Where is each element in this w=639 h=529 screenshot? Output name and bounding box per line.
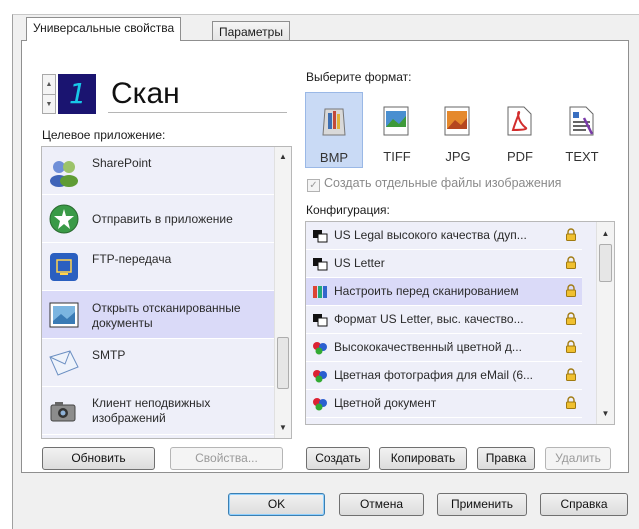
send-to-app-icon	[49, 204, 79, 234]
configure-icon	[313, 286, 327, 298]
configuration-list[interactable]: US Legal высокого качества (дуп... US Le…	[305, 221, 615, 425]
list-item-config[interactable]: Цветная фотография для eMail (6...	[306, 362, 582, 390]
format-label-text: TEXT	[565, 149, 599, 164]
profile-number-stepper[interactable]: ▲ ▼ 1	[42, 74, 97, 114]
lock-icon	[566, 368, 576, 381]
config-label-text: Настроить перед сканированием	[334, 284, 519, 298]
delete-button[interactable]: Удалить	[545, 447, 611, 470]
config-label-text: Формат US Letter, выс. качество...	[334, 312, 524, 326]
lock-icon	[566, 256, 576, 269]
cancel-button[interactable]: Отмена	[339, 493, 424, 516]
bw-document-icon	[313, 230, 328, 243]
app-label: FTP-передача	[92, 252, 172, 266]
help-button[interactable]: Справка	[540, 493, 628, 516]
list-item-send-to-app[interactable]: Отправить в приложение	[42, 195, 288, 243]
app-label-line1: Клиент неподвижных	[92, 396, 211, 410]
format-text[interactable]: TEXT	[553, 92, 611, 168]
scroll-down-icon[interactable]: ▼	[597, 406, 614, 422]
format-label-text: PDF	[507, 149, 533, 164]
pdf-icon	[507, 106, 532, 136]
app-label-line2: документы	[92, 316, 153, 330]
scroll-up-icon[interactable]: ▲	[275, 149, 291, 165]
lock-icon	[566, 284, 576, 297]
jpg-icon	[444, 106, 470, 136]
text-icon	[569, 106, 594, 136]
format-label-text: JPG	[445, 149, 471, 164]
tiff-icon	[383, 106, 409, 136]
scrollbar-thumb[interactable]	[277, 337, 289, 389]
create-button[interactable]: Создать	[306, 447, 370, 470]
list-item-smtp[interactable]: SMTP	[42, 339, 288, 387]
config-label-text: US Legal высокого качества (дуп...	[334, 228, 527, 242]
list-item-config[interactable]: US Letter	[306, 250, 582, 278]
format-label-text: TIFF	[383, 149, 411, 164]
lock-icon	[566, 340, 576, 353]
spin-up-icon[interactable]: ▲	[43, 75, 55, 95]
profile-title[interactable]: Скан	[108, 78, 287, 113]
lock-icon	[566, 396, 576, 409]
tab-universal-properties[interactable]: Универсальные свойства	[26, 17, 182, 41]
copy-button[interactable]: Копировать	[379, 447, 467, 470]
list-item-still-image-client[interactable]: Клиент неподвижных изображений	[42, 387, 288, 435]
open-documents-icon	[49, 302, 79, 328]
scroll-up-icon[interactable]: ▲	[597, 226, 614, 242]
list-item-open-documents[interactable]: Открыть отсканированные документы	[42, 291, 288, 339]
list-item-ftp[interactable]: FTP-передача	[42, 243, 288, 291]
config-label-text: US Letter	[334, 256, 385, 270]
ftp-icon	[50, 253, 78, 281]
config-label-text: Цветная фотография для eMail (6...	[334, 368, 533, 382]
lock-icon	[566, 312, 576, 325]
format-label-text: BMP	[319, 150, 349, 165]
bw-document-icon	[313, 314, 328, 327]
format-jpg[interactable]: JPG	[429, 92, 487, 168]
format-label: Выберите формат:	[306, 70, 412, 84]
spin-down-icon[interactable]: ▼	[43, 95, 55, 114]
separate-files-label: Создать отдельные файлы изображения	[324, 176, 562, 190]
format-pdf[interactable]: PDF	[491, 92, 549, 168]
app-list-scrollbar[interactable]: ▲ ▼	[274, 147, 291, 438]
list-item-sharepoint[interactable]: SharePoint	[42, 147, 288, 195]
bw-document-icon	[313, 258, 328, 271]
smtp-mail-icon	[49, 350, 79, 376]
config-label: Конфигурация:	[306, 203, 390, 217]
format-bmp[interactable]: BMP	[305, 92, 363, 168]
still-image-camera-icon	[50, 402, 76, 422]
app-label-line1: Открыть отсканированные	[92, 301, 241, 315]
color-document-icon	[313, 398, 327, 411]
edit-button[interactable]: Правка	[477, 447, 535, 470]
color-document-icon	[313, 370, 327, 383]
app-label-line2: изображений	[92, 411, 166, 425]
target-app-label: Целевое приложение:	[42, 128, 166, 142]
apply-button[interactable]: Применить	[437, 493, 527, 516]
config-label-text: Высококачественный цветной д...	[334, 340, 522, 354]
sharepoint-icon	[50, 161, 78, 187]
list-item-config[interactable]: Высококачественный цветной д...	[306, 334, 582, 362]
checkbox-checked-icon: ✓	[307, 179, 320, 192]
ok-button[interactable]: OK	[228, 493, 325, 516]
color-document-icon	[313, 342, 327, 355]
list-item-config[interactable]: Цветной документ	[306, 390, 582, 418]
app-label: SharePoint	[92, 156, 152, 170]
app-label: Отправить в приложение	[92, 212, 233, 226]
config-list-scrollbar[interactable]: ▲ ▼	[596, 222, 614, 424]
scrollbar-thumb[interactable]	[599, 244, 612, 282]
list-item-config[interactable]: US Legal высокого качества (дуп...	[306, 222, 582, 250]
list-item-config[interactable]: Настроить перед сканированием	[306, 278, 582, 306]
lock-icon	[566, 228, 576, 241]
format-tiff[interactable]: TIFF	[368, 92, 426, 168]
config-label-text: Цветной документ	[334, 396, 437, 410]
separate-files-checkbox[interactable]: ✓ Создать отдельные файлы изображения	[307, 176, 561, 192]
app-label: SMTP	[92, 348, 126, 362]
profile-number-display: 1	[58, 74, 96, 114]
target-app-list[interactable]: SharePoint Отправить в приложение FTP-пе…	[41, 146, 292, 439]
bmp-icon	[322, 108, 346, 136]
scroll-down-icon[interactable]: ▼	[275, 420, 291, 436]
list-item-config[interactable]: Формат US Letter, выс. качество...	[306, 306, 582, 334]
refresh-button[interactable]: Обновить	[42, 447, 155, 470]
properties-button[interactable]: Свойства...	[170, 447, 283, 470]
